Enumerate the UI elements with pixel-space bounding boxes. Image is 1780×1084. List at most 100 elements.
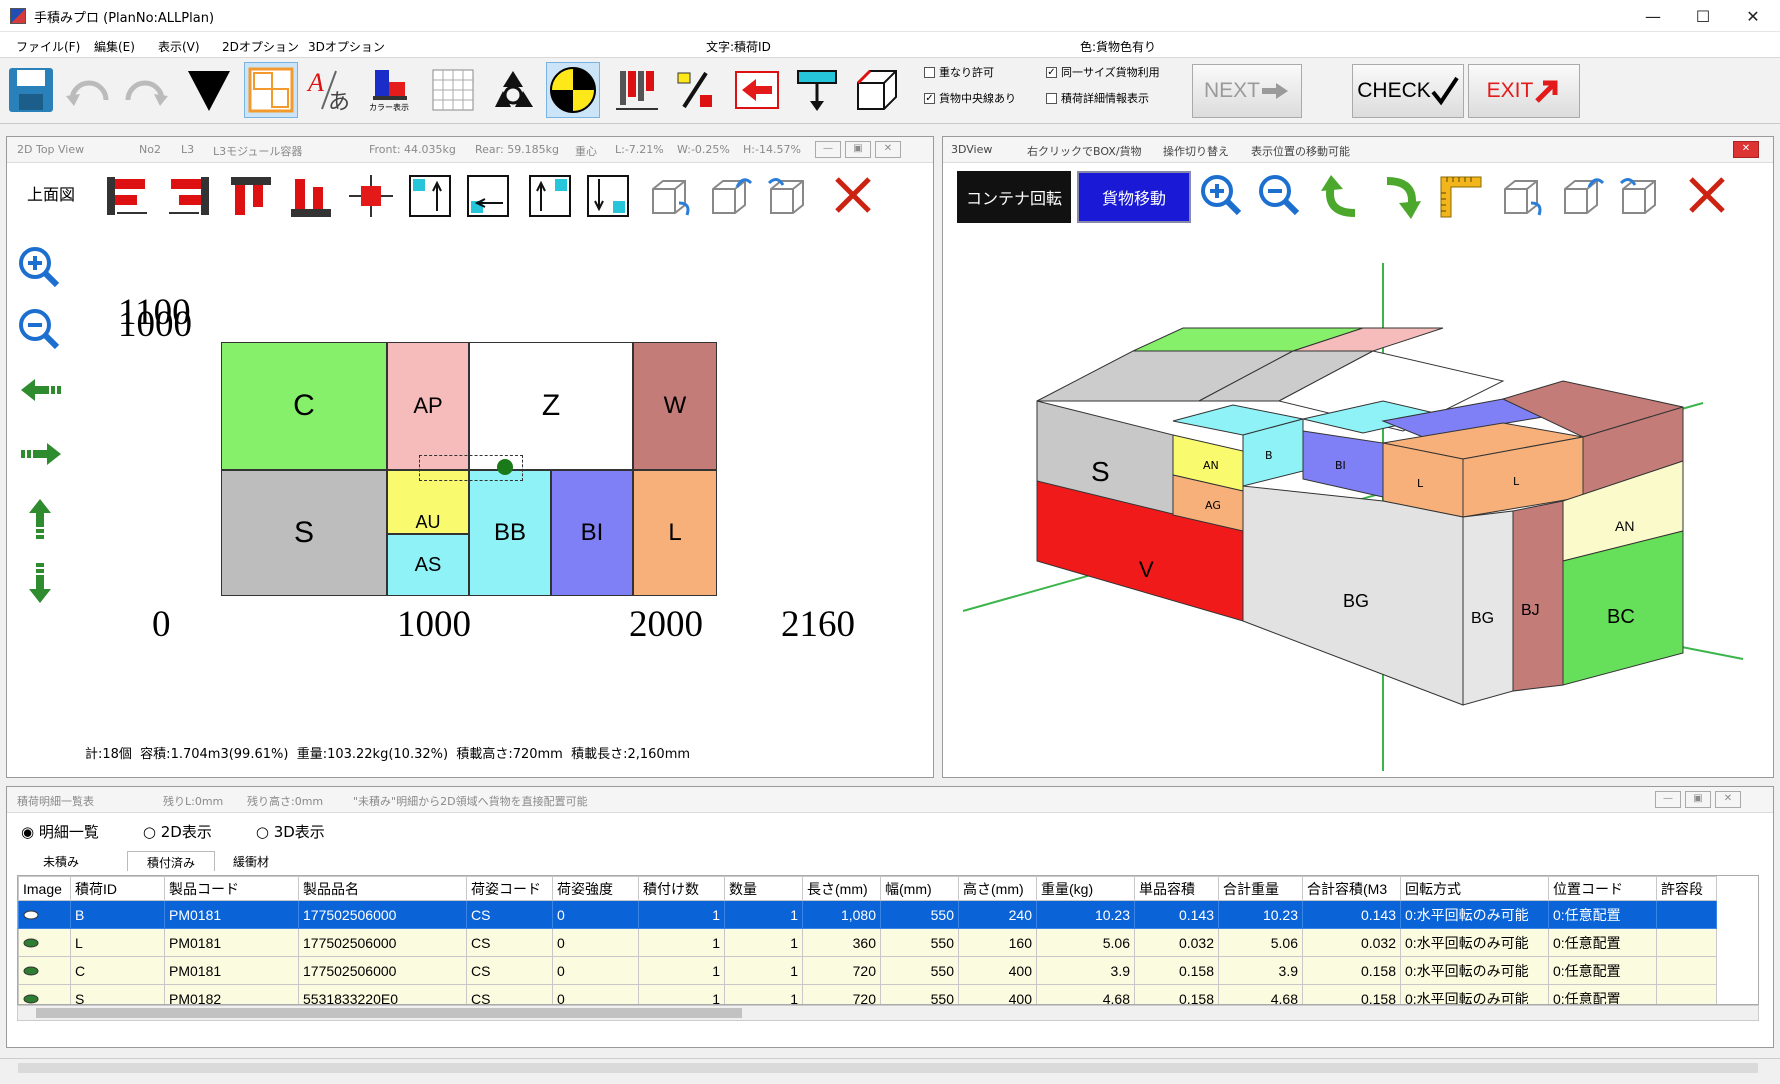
column-header[interactable]: 単品容積 [1134, 876, 1219, 901]
option-same-size-checkbox[interactable]: ✓ 同一サイズ貨物利用 [1046, 64, 1160, 80]
column-header[interactable]: 幅(mm) [880, 876, 959, 901]
zoom-in-3d-button[interactable] [1199, 173, 1245, 219]
redo-button[interactable] [118, 62, 172, 118]
rotate-box-up-3d-button[interactable] [1559, 173, 1607, 219]
tab-cushion[interactable]: 緩衝材 [233, 853, 269, 870]
rotate-box-right-button[interactable] [647, 173, 695, 219]
scrollbar-thumb[interactable] [36, 1008, 742, 1018]
rotate-box-right-3d-button[interactable] [1499, 173, 1547, 219]
top-view-close[interactable]: ✕ [875, 141, 901, 158]
align-bottom-button[interactable] [287, 173, 335, 219]
column-header[interactable]: 高さ(mm) [958, 876, 1037, 901]
column-header[interactable]: 位置コード [1548, 876, 1657, 901]
option-overlap-checkbox[interactable]: 重なり許可 [924, 64, 994, 80]
zoom-out-3d-button[interactable] [1257, 173, 1303, 219]
zoom-in-2d-button[interactable] [17, 245, 61, 289]
zoom-out-2d-button[interactable] [17, 307, 61, 351]
move-bottom-left-button[interactable] [465, 173, 511, 219]
option-detail-info-checkbox[interactable]: 積荷詳細情報表示 [1046, 90, 1149, 106]
view-3d-close[interactable]: ✕ [1733, 141, 1759, 158]
rotate-right-3d-button[interactable] [1377, 173, 1425, 219]
maximize-button[interactable]: ☐ [1680, 0, 1726, 32]
menu-2d-options[interactable]: 2Dオプション [222, 38, 299, 55]
column-header[interactable]: 長さ(mm) [802, 876, 881, 901]
undo-button[interactable] [62, 62, 116, 118]
pan-down-button[interactable] [25, 561, 55, 605]
block-c[interactable]: C [221, 342, 387, 470]
save-button[interactable] [4, 62, 58, 118]
measure-button[interactable] [1437, 173, 1485, 221]
grid-button[interactable] [426, 62, 480, 118]
move-top-right-button[interactable] [527, 173, 573, 219]
table-row[interactable]: L PM0181 177502506000 CS 0 1 1 360 550 160 5.06 0.0… [18, 928, 1717, 957]
detail-restore[interactable]: ▣ [1685, 791, 1711, 808]
table-row[interactable]: S PM0182 5531833220E0 CS 0 1 1 720 550 400 4.68 0.1… [18, 984, 1717, 1004]
column-header[interactable]: 回転方式 [1400, 876, 1549, 901]
detail-minimize[interactable]: — [1655, 791, 1681, 808]
column-header[interactable]: 重量(kg) [1036, 876, 1135, 901]
block-z[interactable]: Z [469, 342, 633, 470]
layout-toggle-button[interactable] [244, 62, 298, 118]
menu-edit[interactable]: 編集(E) [94, 38, 135, 55]
detail-horizontal-scrollbar[interactable] [17, 1005, 1759, 1021]
pan-up-button[interactable] [25, 497, 55, 541]
column-header[interactable]: 製品品名 [298, 876, 467, 901]
center-of-gravity-button[interactable] [546, 62, 600, 118]
column-header[interactable]: 数量 [724, 876, 803, 901]
block-ap[interactable]: AP [387, 342, 469, 470]
block-w[interactable]: W [633, 342, 717, 470]
vertical-align-button[interactable] [610, 62, 664, 118]
table-row[interactable]: C PM0181 177502506000 CS 0 1 1 720 550 400 3.9 0.15… [18, 956, 1717, 985]
drop-down-button[interactable] [182, 62, 236, 118]
radio-2d[interactable]: ○ 2D表示 [143, 821, 212, 842]
cargo-move-button[interactable]: 貨物移動 [1077, 171, 1191, 223]
exit-button[interactable]: EXIT [1468, 64, 1580, 118]
radio-list[interactable]: ◉ 明細一覧 [21, 821, 99, 842]
tab-unloaded[interactable]: 未積み [43, 853, 79, 870]
column-header[interactable]: 荷姿強度 [552, 876, 639, 901]
minimize-button[interactable]: — [1630, 0, 1676, 32]
block-s[interactable]: S [221, 470, 387, 596]
menu-view[interactable]: 表示(V) [158, 38, 200, 55]
pan-right-button[interactable] [19, 439, 63, 469]
check-button[interactable]: CHECK [1352, 64, 1464, 118]
column-header[interactable]: 許容段 [1656, 876, 1717, 901]
close-button[interactable]: ✕ [1730, 0, 1776, 32]
color-display-button[interactable]: カラー表示 [362, 62, 416, 118]
block-bi[interactable]: BI [551, 470, 633, 596]
rotate-box-left-3d-button[interactable] [1617, 173, 1665, 219]
delete-3d-button[interactable] [1687, 175, 1727, 215]
align-left-button[interactable] [103, 173, 151, 219]
text-toggle-button[interactable]: Aあ [304, 62, 358, 118]
block-bb[interactable]: BB [469, 470, 551, 596]
menu-file[interactable]: ファイル(F) [16, 38, 80, 55]
column-header[interactable]: 製品コード [164, 876, 299, 901]
container-rotate-button[interactable]: コンテナ回転 [957, 171, 1071, 223]
main-scrollbar-thumb[interactable] [18, 1063, 1758, 1073]
radio-3d[interactable]: ○ 3D表示 [256, 821, 325, 842]
pan-left-button[interactable] [19, 375, 63, 405]
detail-close[interactable]: ✕ [1715, 791, 1741, 808]
table-row[interactable]: B PM0181 177502506000 CS 0 1 1 1,080 550 240 10.23… [18, 900, 1717, 929]
delete-button[interactable] [833, 175, 873, 215]
rotate-left-3d-button[interactable] [1317, 173, 1365, 219]
center-button[interactable] [347, 173, 395, 219]
top-view-minimize[interactable]: — [815, 141, 841, 158]
column-header[interactable]: 荷姿コード [466, 876, 553, 901]
ratio-button[interactable] [668, 62, 722, 118]
menu-3d-options[interactable]: 3Dオプション [308, 38, 385, 55]
main-horizontal-scrollbar[interactable] [0, 1058, 1780, 1076]
view-3d-canvas[interactable]: S V AN AG B BI L L BG BG BJ AN BC [943, 231, 1773, 777]
align-top-button[interactable] [227, 173, 275, 219]
move-left-button[interactable] [730, 62, 784, 118]
block-as[interactable]: AS [387, 534, 469, 596]
rotate-box-left-button[interactable] [765, 173, 813, 219]
container-3d-button[interactable] [850, 62, 904, 118]
recycle-button[interactable] [486, 62, 540, 118]
move-bottom-right-button[interactable] [585, 173, 631, 219]
column-header[interactable]: 積付け数 [638, 876, 725, 901]
drop-down-align-button[interactable] [790, 62, 844, 118]
column-header[interactable]: 合計容積(M3 [1302, 876, 1401, 901]
column-header[interactable]: 合計重量 [1218, 876, 1303, 901]
align-right-button[interactable] [165, 173, 213, 219]
